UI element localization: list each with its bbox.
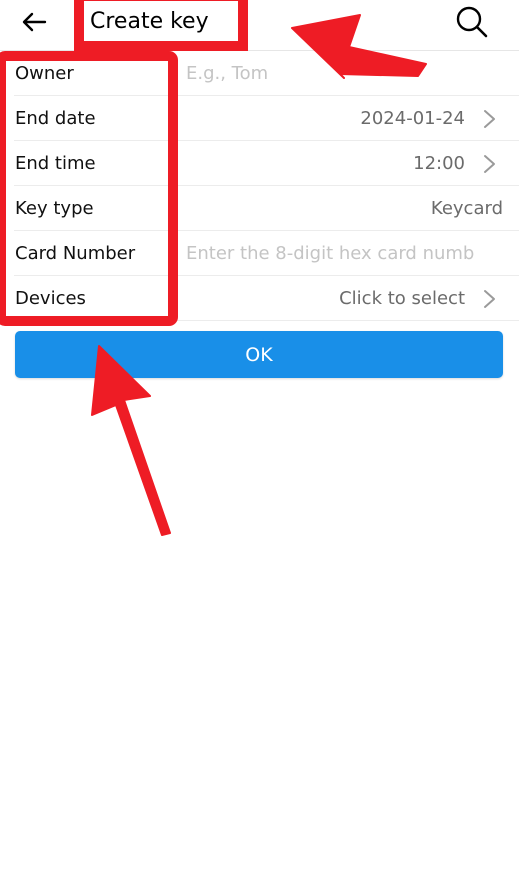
ok-button[interactable]: OK <box>15 331 503 378</box>
end-time-value: 12:00 <box>413 153 465 174</box>
devices-row[interactable]: Devices Click to select <box>0 276 519 321</box>
card-number-label: Card Number <box>15 243 136 264</box>
card-number-row: Card Number <box>0 231 519 276</box>
chevron-right-icon <box>484 290 495 308</box>
card-number-input[interactable] <box>186 239 501 267</box>
search-button[interactable] <box>452 4 492 40</box>
end-time-row[interactable]: End time 12:00 <box>0 141 519 186</box>
back-button[interactable] <box>14 6 54 38</box>
arrow-left-icon <box>22 12 47 32</box>
end-date-value: 2024-01-24 <box>360 108 465 129</box>
chevron-right-icon <box>484 110 495 128</box>
end-time-label: End time <box>15 153 96 174</box>
divider <box>14 320 519 321</box>
owner-input[interactable] <box>186 59 501 87</box>
devices-label: Devices <box>15 288 86 309</box>
key-type-value: Keycard <box>430 198 503 219</box>
key-type-label: Key type <box>15 198 94 219</box>
owner-label: Owner <box>15 63 74 84</box>
search-icon <box>456 6 488 38</box>
end-date-row[interactable]: End date 2024-01-24 <box>0 96 519 141</box>
devices-value: Click to select <box>339 288 465 309</box>
chevron-right-icon <box>484 155 495 173</box>
top-bar: Create key <box>0 0 519 51</box>
key-type-row: Key type Keycard <box>0 186 519 231</box>
owner-row: Owner <box>0 51 519 96</box>
end-date-label: End date <box>15 108 96 129</box>
page-title: Create key <box>90 9 209 34</box>
